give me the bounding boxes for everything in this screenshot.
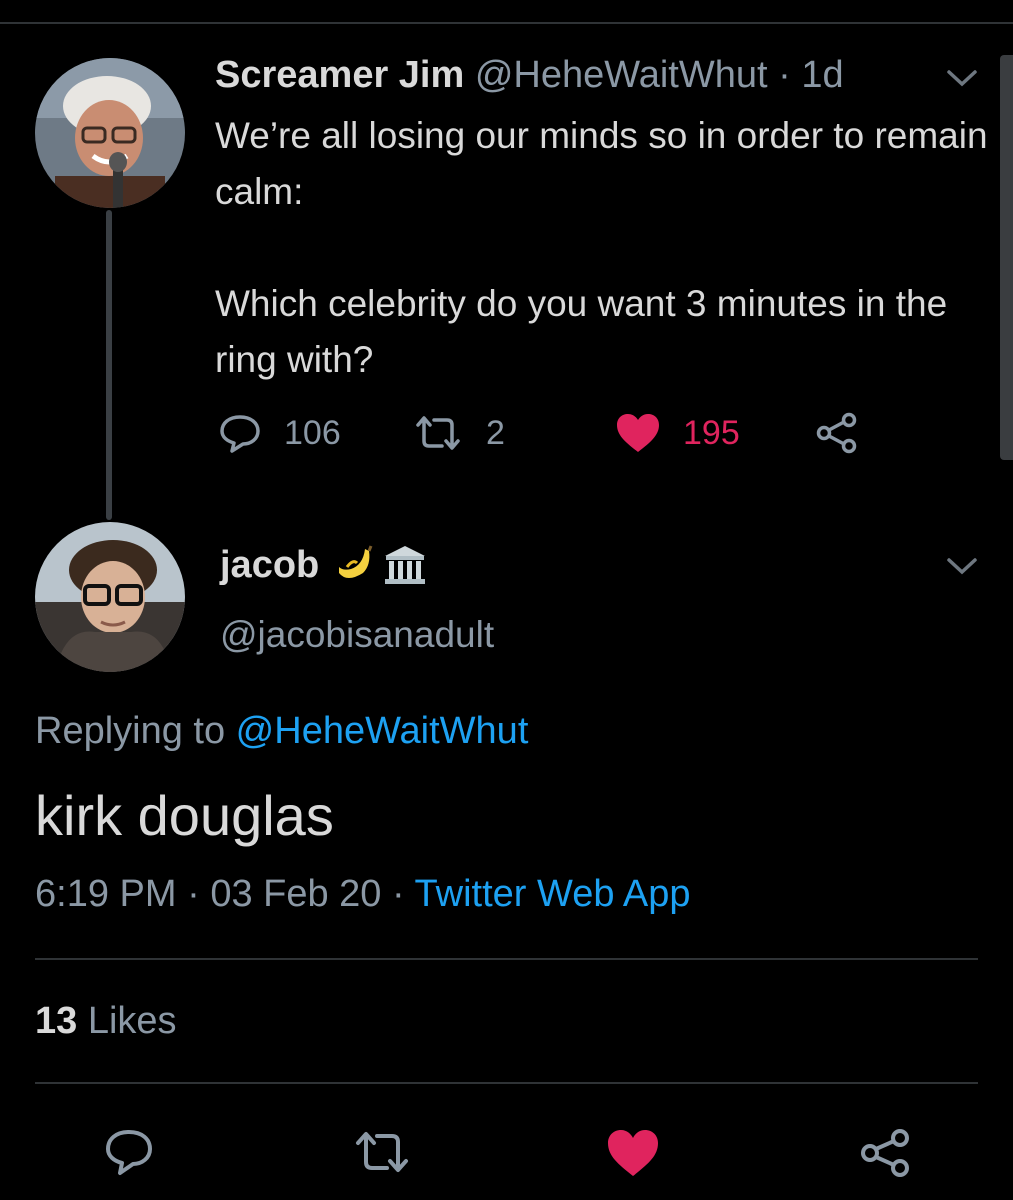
retweet-count: 2 [486, 413, 505, 452]
reply-count: 106 [284, 413, 341, 452]
classical-building-emoji-icon [385, 546, 426, 584]
avatar-jacob[interactable] [35, 522, 185, 672]
author-handle[interactable]: @HeheWaitWhut [475, 54, 768, 96]
reply-icon [220, 415, 260, 453]
like-action[interactable]: 195 [615, 410, 740, 456]
likes-label: Likes [77, 1000, 177, 1042]
like-button[interactable] [606, 1128, 660, 1183]
share-action[interactable] [815, 410, 881, 456]
tweet-meta: 6:19 PM · 03 Feb 20 · Twitter Web App [35, 873, 691, 916]
tweet-source-link[interactable]: Twitter Web App [415, 873, 691, 915]
chevron-down-icon[interactable] [944, 554, 980, 583]
avatar-screamer-jim[interactable] [35, 58, 185, 208]
reply-author-handle[interactable]: @jacobisanadult [220, 614, 494, 656]
heart-icon [608, 1130, 658, 1176]
share-icon [861, 1129, 909, 1177]
parent-tweet-text: We’re all losing our minds so in order t… [215, 115, 988, 380]
divider [35, 1082, 978, 1084]
replying-to-handle-link[interactable]: @HeheWaitWhut [236, 710, 529, 752]
retweet-button[interactable] [352, 1128, 412, 1181]
tweet-date[interactable]: 03 Feb 20 [210, 873, 381, 915]
tweet-time[interactable]: 6:19 PM [35, 873, 177, 915]
reply-button[interactable] [104, 1128, 154, 1181]
author-name[interactable]: Screamer Jim [215, 54, 464, 96]
likes-count: 13 [35, 1000, 78, 1042]
retweet-icon [356, 1132, 408, 1172]
reply-author-name-row: jacob [220, 543, 429, 587]
reply-icon [106, 1130, 152, 1175]
scrollbar[interactable] [1000, 55, 1013, 460]
retweet-icon [416, 416, 460, 450]
name-emojis [333, 543, 429, 587]
retweet-action[interactable]: 2 [412, 410, 505, 456]
reply-action[interactable]: 106 [218, 410, 341, 456]
separator-dot: · [778, 54, 791, 96]
separator-dot: · [381, 873, 415, 915]
tweet-time[interactable]: 1d [801, 54, 843, 96]
top-divider [0, 22, 1013, 24]
separator-dot: · [176, 873, 211, 915]
like-count: 195 [683, 413, 740, 452]
likes-summary[interactable]: 13 Likes [35, 1000, 177, 1043]
parent-tweet-header: Screamer Jim @HeheWaitWhut · 1d [215, 54, 844, 97]
reply-tweet-text: kirk douglas [35, 784, 334, 847]
share-icon [816, 412, 857, 454]
replying-prefix: Replying to [35, 710, 236, 752]
divider [35, 958, 978, 960]
banana-emoji-icon [339, 545, 373, 578]
replying-to-line: Replying to @HeheWaitWhut [35, 710, 528, 753]
heart-icon [617, 414, 659, 452]
reply-author-name[interactable]: jacob [220, 544, 319, 587]
thread-connector-line [106, 210, 112, 520]
chevron-down-icon[interactable] [944, 66, 980, 95]
share-button[interactable] [860, 1128, 912, 1183]
